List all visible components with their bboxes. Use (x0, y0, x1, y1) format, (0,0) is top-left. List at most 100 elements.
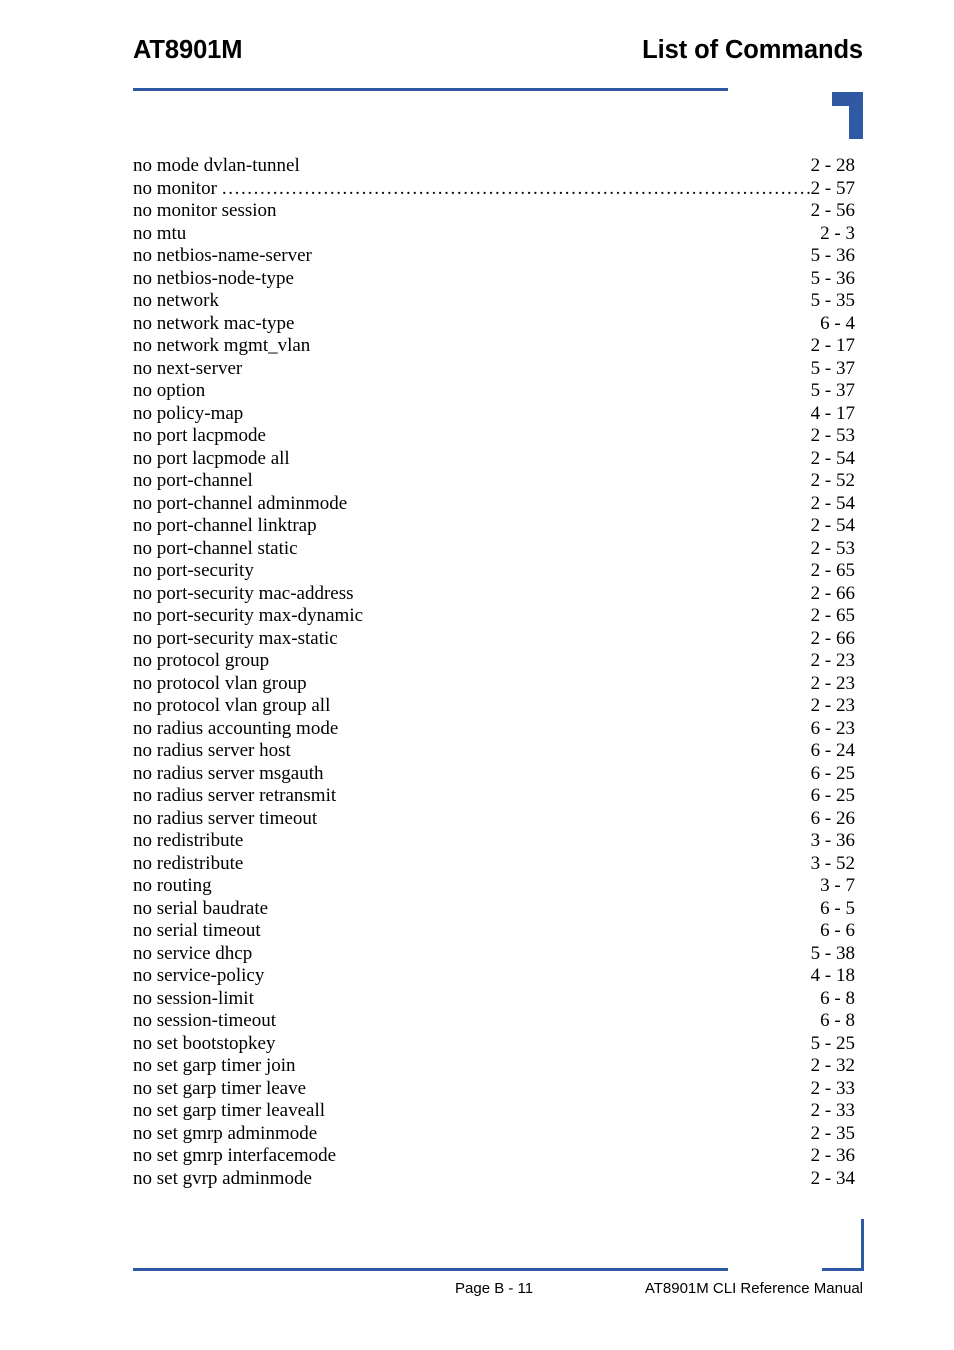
index-entry-label: no port-channel linktrap (133, 515, 317, 536)
index-entry-label: no next-server (133, 357, 243, 379)
index-entry-row[interactable]: no monitor session 2 - 56 (133, 200, 855, 223)
index-entry-label: no port-security mac-address (133, 582, 354, 604)
index-entry-row[interactable]: no port-security mac-address 2 - 66 (133, 583, 855, 606)
header-section-title: List of Commands (642, 36, 863, 64)
index-entry-label: no monitor session (133, 200, 277, 221)
index-entry-row[interactable]: no mtu 2 - 3 (133, 223, 855, 246)
index-entry-page-number: 2 - 66 (810, 627, 855, 649)
index-entry-label: no radius server msgauth (133, 762, 324, 784)
index-entry-page-number: 2 - 65 (810, 560, 855, 581)
corner-bracket-top-stem (849, 92, 863, 139)
index-entry-row[interactable]: no set garp timer leaveall 2 - 33 (133, 1100, 855, 1123)
index-entry-label: no set gmrp interfacemode (133, 1145, 337, 1166)
index-entry-row[interactable]: no set bootstopkey 5 - 25 (133, 1033, 855, 1056)
index-entry-row[interactable]: no service-policy 4 - 18 (133, 965, 855, 988)
dot-leader: ........................................… (133, 177, 855, 199)
index-entry-label: no netbios-name-server (133, 245, 312, 266)
index-entry-row[interactable]: no radius server timeout 6 - 26 (133, 808, 855, 831)
index-entry-label: no service dhcp (133, 942, 253, 964)
index-entry-row[interactable]: no port-security 2 - 65 (133, 560, 855, 583)
index-entry-row[interactable]: no port lacpmode 2 - 53 (133, 425, 855, 448)
index-entry-page-number: 6 - 5 (820, 897, 855, 919)
index-entry-row[interactable]: no port-channel static 2 - 53 (133, 538, 855, 561)
index-entry-page-number: 2 - 17 (810, 335, 855, 356)
index-entry-row[interactable]: no radius accounting mode 6 - 23 (133, 718, 855, 741)
index-entry-row[interactable]: no set gvrp adminmode 2 - 34 (133, 1168, 855, 1191)
index-entry-label: no option (133, 380, 206, 401)
index-entry-row[interactable]: no port-security max-static 2 - 66 (133, 628, 855, 651)
index-entry-row[interactable]: no port lacpmode all 2 - 54 (133, 448, 855, 471)
index-entry-row[interactable]: no port-security max-dynamic 2 - 65 (133, 605, 855, 628)
index-entry-label: no port-security (133, 560, 254, 581)
index-entry-label: no set gvrp adminmode (133, 1167, 312, 1189)
index-entry-page-number: 2 - 36 (810, 1145, 855, 1166)
index-entry-page-number: 5 - 36 (810, 267, 855, 289)
index-entry-page-number: 2 - 23 (810, 650, 855, 671)
index-entry-label: no mtu (133, 222, 187, 244)
corner-bracket-icon-top (832, 92, 863, 139)
index-entry-page-number: 3 - 36 (810, 830, 855, 851)
index-entry-label: no radius accounting mode (133, 717, 339, 739)
index-entry-page-number: 2 - 56 (810, 200, 855, 221)
index-entry-page-number: 6 - 4 (820, 312, 855, 334)
index-entry-row[interactable]: ........................................… (133, 177, 855, 200)
index-entry-label: no protocol vlan group (133, 672, 307, 694)
index-entry-page-number: 5 - 25 (810, 1032, 855, 1054)
index-entry-row[interactable]: no network 5 - 35 (133, 290, 855, 313)
index-entry-row[interactable]: no netbios-node-type 5 - 36 (133, 268, 855, 291)
index-entry-page-number: 2 - 35 (810, 1122, 855, 1144)
index-entry-label: no set bootstopkey (133, 1032, 276, 1054)
index-entry-row[interactable]: no port-channel 2 - 52 (133, 470, 855, 493)
index-entry-row[interactable]: no serial baudrate 6 - 5 (133, 898, 855, 921)
index-entry-label: no port-security max-static (133, 627, 338, 649)
index-entry-row[interactable]: no next-server 5 - 37 (133, 358, 855, 381)
index-entry-page-number: 2 - 28 (810, 155, 855, 176)
index-entry-label: no set gmrp adminmode (133, 1122, 318, 1144)
index-entry-row[interactable]: no mode dvlan-tunnel 2 - 28 (133, 155, 855, 178)
index-entry-row[interactable]: no network mac-type 6 - 4 (133, 313, 855, 336)
index-entry-row[interactable]: no protocol group 2 - 23 (133, 650, 855, 673)
index-entry-page-number: 2 - 33 (810, 1100, 855, 1121)
index-entry-row[interactable]: no set gmrp interfacemode 2 - 36 (133, 1145, 855, 1168)
footer-manual-title: AT8901M CLI Reference Manual (644, 1280, 863, 1297)
index-entry-row[interactable]: no set garp timer join 2 - 32 (133, 1055, 855, 1078)
index-entry-label: no port lacpmode all (133, 447, 290, 469)
index-entry-label: no redistribute (133, 852, 244, 874)
index-entry-label: no network mgmt_vlan (133, 335, 311, 356)
index-entry-row[interactable]: no redistribute 3 - 36 (133, 830, 855, 853)
index-entry-label: no radius server host (133, 740, 291, 761)
index-entry-row[interactable]: no radius server msgauth 6 - 25 (133, 763, 855, 786)
corner-bracket-icon-bottom (822, 1219, 864, 1271)
index-entry-page-number: 2 - 65 (810, 605, 855, 626)
index-entry-row[interactable]: no set gmrp adminmode 2 - 35 (133, 1123, 855, 1146)
index-entry-row[interactable]: no session-timeout 6 - 8 (133, 1010, 855, 1033)
index-entry-page-number: 5 - 38 (810, 942, 855, 964)
index-entry-row[interactable]: no network mgmt_vlan 2 - 17 (133, 335, 855, 358)
index-entry-label: no network mac-type (133, 312, 295, 334)
index-entry-label: no monitor (133, 177, 223, 200)
index-entry-label: no serial timeout (133, 920, 261, 941)
index-entry-row[interactable]: no radius server retransmit 6 - 25 (133, 785, 855, 808)
index-entry-row[interactable]: no policy-map 4 - 17 (133, 403, 855, 426)
index-entry-row[interactable]: no set garp timer leave 2 - 33 (133, 1078, 855, 1101)
document-page: AT8901M List of Commands no mode dvlan-t… (0, 0, 954, 1350)
index-entry-row[interactable]: no routing 3 - 7 (133, 875, 855, 898)
index-entry-row[interactable]: no redistribute 3 - 52 (133, 853, 855, 876)
index-entry-label: no protocol group (133, 650, 270, 671)
index-entry-page-number: 3 - 7 (820, 875, 855, 896)
index-entry-row[interactable]: no protocol vlan group all 2 - 23 (133, 695, 855, 718)
index-entry-label: no redistribute (133, 830, 244, 851)
index-entry-page-number: 2 - 66 (810, 582, 855, 604)
index-entry-row[interactable]: no port-channel linktrap 2 - 54 (133, 515, 855, 538)
index-entry-row[interactable]: no netbios-name-server 5 - 36 (133, 245, 855, 268)
index-entry-page-number: 6 - 26 (810, 807, 855, 829)
index-entry-row[interactable]: no option 5 - 37 (133, 380, 855, 403)
index-entry-page-number: 2 - 33 (810, 1077, 855, 1099)
index-entry-row[interactable]: no port-channel adminmode 2 - 54 (133, 493, 855, 516)
index-entry-label: no set garp timer leave (133, 1077, 307, 1099)
index-entry-row[interactable]: no session-limit 6 - 8 (133, 988, 855, 1011)
index-entry-row[interactable]: no serial timeout 6 - 6 (133, 920, 855, 943)
index-entry-row[interactable]: no radius server host 6 - 24 (133, 740, 855, 763)
index-entry-row[interactable]: no protocol vlan group 2 - 23 (133, 673, 855, 696)
index-entry-row[interactable]: no service dhcp 5 - 38 (133, 943, 855, 966)
